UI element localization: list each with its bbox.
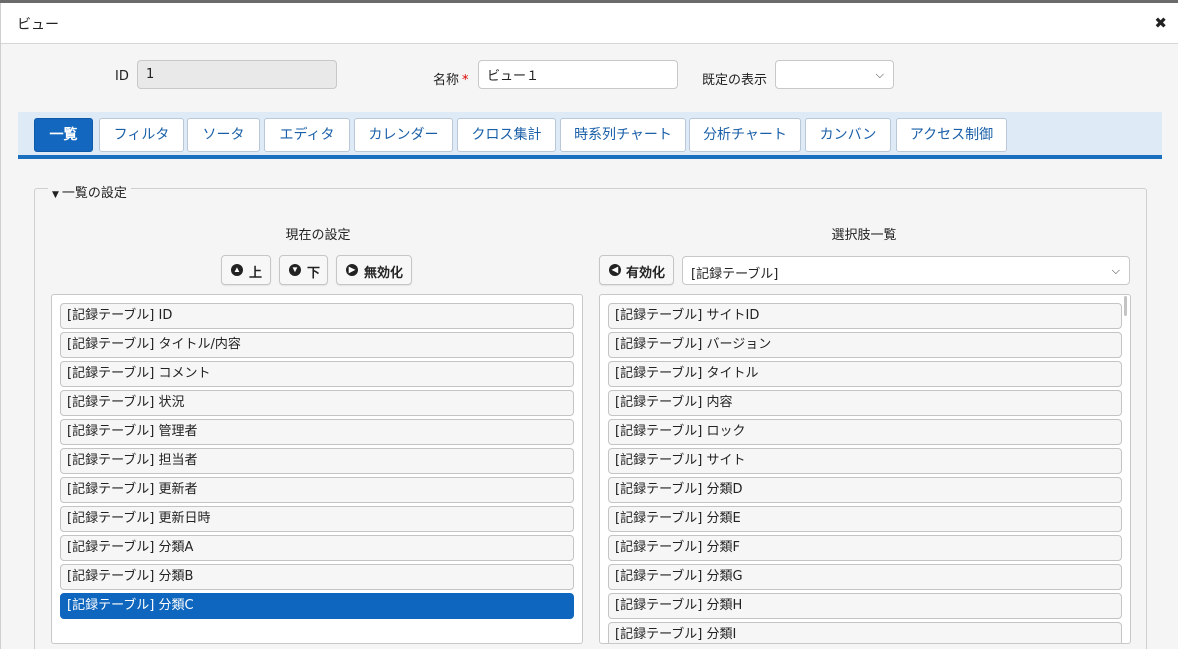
list-item[interactable]: [記録テーブル] 分類A bbox=[60, 535, 574, 561]
disable-label: 無効化 bbox=[364, 265, 404, 280]
list-item[interactable]: [記録テーブル] 分類I bbox=[608, 622, 1122, 643]
chevron-up-circle-icon: ▲ bbox=[231, 264, 243, 276]
list-item[interactable]: [記録テーブル] サイトID bbox=[608, 303, 1122, 329]
tab-10[interactable]: アクセス制御 bbox=[896, 118, 1007, 152]
current-columns-list[interactable]: [記録テーブル] ID [記録テーブル] タイトル/内容 [記録テーブル] コメント… bbox=[51, 294, 583, 644]
name-field[interactable] bbox=[478, 60, 678, 89]
list-item[interactable]: [記録テーブル] 管理者 bbox=[60, 419, 574, 445]
list-item[interactable]: [記録テーブル] 内容 bbox=[608, 390, 1122, 416]
required-mark: * bbox=[462, 73, 469, 88]
section-title: 一覧の設定 bbox=[61, 186, 127, 201]
tab-strip: 一覧 フィルタ ソータ エディタ カレンダー クロス集計 時系列チャート 分析チャート カンバン… bbox=[18, 112, 1162, 159]
dialog-titlebar: ビュー ✖ bbox=[1, 3, 1178, 44]
name-label: 名称 * bbox=[433, 73, 469, 88]
dialog-title: ビュー bbox=[17, 17, 59, 33]
chevron-down-icon: ⌵ bbox=[1111, 264, 1120, 277]
list-item[interactable]: [記録テーブル] 分類F bbox=[608, 535, 1122, 561]
tab-content: ▼ 一覧の設定 現在の設定 ▲ 上 ▼ 下 ▶ 無効化 [記録テーブル] ID [記… bbox=[18, 163, 1162, 649]
chevron-down-icon: ⌵ bbox=[875, 68, 884, 81]
move-up-button[interactable]: ▲ 上 bbox=[221, 255, 271, 285]
list-item[interactable]: [記録テーブル] 分類D bbox=[608, 477, 1122, 503]
enable-button[interactable]: ◀ 有効化 bbox=[599, 255, 674, 285]
chevron-right-circle-icon: ▶ bbox=[346, 264, 358, 276]
tab-7[interactable]: 時系列チャート bbox=[560, 118, 686, 152]
list-item[interactable]: [記録テーブル] 担当者 bbox=[60, 448, 574, 474]
close-icon[interactable]: ✖ bbox=[1154, 14, 1167, 32]
move-up-label: 上 bbox=[249, 265, 263, 280]
list-item[interactable]: [記録テーブル] 分類E bbox=[608, 506, 1122, 532]
caret-down-icon: ▼ bbox=[52, 190, 59, 200]
list-item[interactable]: [記録テーブル] ID bbox=[60, 303, 574, 329]
tab-5[interactable]: カレンダー bbox=[354, 118, 453, 152]
choices-header: 選択肢一覧 bbox=[831, 228, 897, 243]
chevron-left-circle-icon: ◀ bbox=[609, 264, 621, 276]
tab-8[interactable]: 分析チャート bbox=[689, 118, 801, 152]
disable-button[interactable]: ▶ 無効化 bbox=[336, 255, 412, 285]
tab-3[interactable]: ソータ bbox=[187, 118, 260, 152]
source-table-select[interactable]: [記録テーブル] ⌵ bbox=[682, 256, 1130, 285]
enable-label: 有効化 bbox=[626, 265, 666, 280]
tab-9[interactable]: カンバン bbox=[805, 118, 891, 152]
scrollbar[interactable] bbox=[1124, 296, 1127, 316]
list-item[interactable]: [記録テーブル] バージョン bbox=[608, 332, 1122, 358]
list-item[interactable]: [記録テーブル] タイトル/内容 bbox=[60, 332, 574, 358]
list-item[interactable]: [記録テーブル] 状況 bbox=[60, 390, 574, 416]
list-item[interactable]: [記録テーブル] ロック bbox=[608, 419, 1122, 445]
move-down-label: 下 bbox=[307, 265, 321, 280]
section-toggle[interactable]: ▼ 一覧の設定 bbox=[48, 182, 131, 201]
id-field[interactable] bbox=[137, 60, 337, 89]
tab-2[interactable]: フィルタ bbox=[99, 118, 184, 152]
default-display-select[interactable]: ⌵ bbox=[775, 60, 894, 89]
id-label: ID bbox=[115, 69, 129, 84]
tab-6[interactable]: クロス集計 bbox=[457, 118, 556, 152]
list-item[interactable]: [記録テーブル] 分類C bbox=[60, 593, 574, 619]
list-item[interactable]: [記録テーブル] コメント bbox=[60, 361, 574, 387]
list-item[interactable]: [記録テーブル] 分類G bbox=[608, 564, 1122, 590]
list-item[interactable]: [記録テーブル] サイト bbox=[608, 448, 1122, 474]
list-item[interactable]: [記録テーブル] 分類H bbox=[608, 593, 1122, 619]
choices-list[interactable]: [記録テーブル] サイトID [記録テーブル] バージョン [記録テーブル] タイト… bbox=[599, 294, 1131, 644]
chevron-down-circle-icon: ▼ bbox=[289, 264, 301, 276]
list-item[interactable]: [記録テーブル] 更新者 bbox=[60, 477, 574, 503]
list-item[interactable]: [記録テーブル] 更新日時 bbox=[60, 506, 574, 532]
source-table-value: [記録テーブル] bbox=[691, 267, 779, 282]
default-display-label: 既定の表示 bbox=[702, 73, 768, 88]
list-item[interactable]: [記録テーブル] 分類B bbox=[60, 564, 574, 590]
tab-4[interactable]: エディタ bbox=[264, 118, 350, 152]
view-dialog: ビュー ✖ ID 名称* 既定の表示 ⌵ 一覧フィルタソータエディタカレンダーク… bbox=[0, 3, 1178, 649]
list-item[interactable]: [記録テーブル] タイトル bbox=[608, 361, 1122, 387]
move-down-button[interactable]: ▼ 下 bbox=[279, 255, 328, 285]
tab-1[interactable]: 一覧 bbox=[34, 118, 93, 152]
current-settings-header: 現在の設定 bbox=[285, 228, 351, 243]
